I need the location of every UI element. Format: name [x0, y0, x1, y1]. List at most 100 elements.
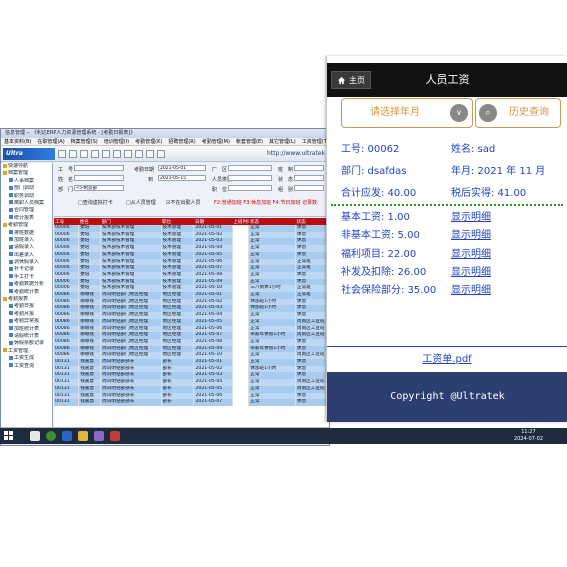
show-detail-link[interactable]: 显示明细 — [451, 245, 491, 260]
toolbar-exit-icon[interactable] — [157, 149, 165, 158]
menu-item[interactable]: 其它管理(L) — [269, 139, 296, 145]
option-not-on-duty[interactable]: ☑不在出勤人员 — [166, 199, 200, 206]
chrome-icon[interactable] — [46, 431, 56, 441]
person-type-select[interactable] — [228, 175, 272, 181]
show-detail-link[interactable]: 显示明细 — [451, 226, 491, 241]
nav-item[interactable]: 手工打卡 — [1, 274, 52, 281]
table-row[interactable]: 00086 哪哪钱 周词明钻部门地区经理 地区经理 2021-05-04 正常 休息 — [54, 312, 329, 319]
option-from-personnel[interactable]: □从人员管理 — [126, 199, 156, 206]
group-select[interactable] — [294, 185, 324, 191]
nav-item[interactable]: 考勤统计表 — [1, 289, 52, 296]
taskbar-clock[interactable]: 11:27 2024-07-02 — [514, 429, 543, 442]
nav-item[interactable]: 考勤日报 — [1, 303, 52, 310]
menu-item[interactable]: 在职管理(A) — [37, 139, 64, 145]
nav-item[interactable]: 工资查询 — [1, 363, 52, 370]
toolbar-add-icon[interactable] — [102, 149, 110, 158]
nav-item[interactable]: 离职人员档案 — [1, 200, 52, 207]
home-button[interactable]: 主页 — [331, 71, 371, 89]
table-row[interactable]: 00006 委培 技术部技术管理 技术管理 2021-05-02 正常 休息 — [54, 231, 329, 239]
toolbar-export-icon[interactable] — [146, 149, 154, 158]
job-no-input[interactable] — [74, 165, 124, 171]
table-row[interactable]: 00086 哪哪钱 周词明钻部门地区经理 地区经理 2021-05-06 正常 周南区工宣班 — [54, 325, 329, 333]
date-to-input[interactable]: 2021-05-15 — [158, 175, 206, 181]
table-row[interactable]: 00131 钱嘉慧 周词明钻部部长 部长 2021-05-01 正常 休息 — [54, 359, 329, 366]
table-row[interactable]: 00131 钱嘉慧 周词明钻部部长 部长 2021-05-07 正常 休息 — [54, 399, 329, 406]
position-select[interactable] — [228, 185, 272, 191]
nav-group[interactable]: 档案管理 — [1, 170, 52, 177]
toolbar-print-icon[interactable] — [135, 149, 143, 158]
nav-item[interactable]: 加班统计表 — [1, 326, 52, 333]
table-row[interactable]: 00131 钱嘉慧 周词明钻部部长 部长 2021-05-02 休加班1小时 休息 — [54, 365, 329, 373]
table-row[interactable]: 00086 哪哪钱 周词明钻部门地区经理 地区经理 2021-05-05 正常 周南区工宣班 — [54, 318, 329, 326]
column-header[interactable]: 日期 — [193, 218, 233, 225]
nav-item[interactable]: 人事档案 — [1, 178, 52, 185]
nav-item[interactable]: 统计报表 — [1, 215, 52, 222]
toolbar-first-icon[interactable] — [58, 149, 66, 158]
column-header[interactable]: 部门 — [100, 218, 162, 225]
erp-app-icon[interactable] — [110, 431, 120, 441]
table-row[interactable]: 00006 委培 技术部技术管理 技术管理 2021-05-06 正常 正常班 — [54, 258, 329, 266]
table-row[interactable]: 00086 哪哪钱 周词明钻部门地区经理 地区经理 2021-05-03 休加班1小时 休息 — [54, 305, 329, 313]
nav-item[interactable]: 职务调动 — [1, 193, 52, 200]
table-row[interactable]: 00086 哪哪钱 周词明钻部门地区经理 地区经理 2021-05-09 带薪年休假1小时… — [54, 345, 329, 353]
nav-item[interactable]: 加班录入 — [1, 237, 52, 244]
show-detail-link[interactable]: 显示明细 — [451, 263, 491, 278]
toolbar-next-icon[interactable] — [80, 149, 88, 158]
nav-group[interactable]: 考勤管理 — [1, 222, 52, 229]
table-row[interactable]: 00006 委培 技术部技术管理 技术管理 2021-05-08 正常 休息 — [54, 271, 329, 279]
column-header[interactable]: 状态 — [248, 218, 296, 225]
payslip-pdf-link[interactable]: 工资单.pdf — [422, 354, 471, 365]
table-row[interactable]: 00086 哪哪钱 周词明钻部门地区经理 地区经理 2021-05-01 正常 正常班 — [54, 292, 329, 299]
table-row[interactable]: 00006 委培 技术部技术管理 技术管理 2021-05-01 正常 休息 — [54, 225, 329, 232]
nav-group[interactable]: 工资管理 — [1, 348, 52, 355]
name-input[interactable] — [74, 175, 124, 181]
menu-item[interactable]: 招聘管理(R) — [168, 139, 195, 145]
nav-group[interactable]: 考勤报表 — [1, 296, 52, 303]
nav-item[interactable]: 考勤异常报 — [1, 318, 52, 325]
folder-icon[interactable] — [78, 431, 88, 441]
nav-group[interactable]: 快速导航 — [1, 163, 52, 170]
nav-item[interactable]: 请假统计表 — [1, 333, 52, 340]
nav-item[interactable]: 部门调动 — [1, 185, 52, 192]
nav-item[interactable]: 请假录入 — [1, 244, 52, 251]
table-row[interactable]: 00006 委培 技术部技术管理 技术管理 2021-05-10 三八倒休1小时 正常班 — [54, 285, 329, 293]
menu-item[interactable]: 培训管理(I) — [104, 139, 129, 145]
table-row[interactable]: 00131 钱嘉慧 周词明钻部部长 部长 2021-05-03 正常 休息 — [54, 372, 329, 380]
option-virtual-punch[interactable]: □查询虚拟打卡 — [78, 199, 113, 206]
table-row[interactable]: 00131 钱嘉慧 周词明钻部部长 部长 2021-05-05 正常 周南区工宣班 — [54, 385, 329, 393]
nav-item[interactable]: 休假余额记录 — [1, 340, 52, 347]
toolbar-prev-icon[interactable] — [69, 149, 77, 158]
table-row[interactable]: 00086 哪哪钱 周词明钻部门地区经理 地区经理 2021-05-08 正常 休息 — [54, 338, 329, 346]
column-header[interactable]: 工号 — [54, 218, 79, 225]
toolbar-last-icon[interactable] — [91, 149, 99, 158]
shift-select[interactable] — [294, 165, 324, 171]
windows-start-icon[interactable] — [4, 431, 13, 440]
factory-select[interactable] — [228, 165, 272, 171]
nav-item[interactable]: 考勤数据分析 — [1, 281, 52, 288]
nav-item[interactable]: 排班数据 — [1, 230, 52, 237]
menu-item[interactable]: 档案管理(S) — [71, 139, 98, 145]
show-detail-link[interactable]: 显示明细 — [451, 208, 491, 223]
table-row[interactable]: 00006 委培 技术部技术管理 技术管理 2021-05-03 正常 休息 — [54, 238, 329, 246]
search-icon[interactable] — [30, 431, 40, 441]
menu-item[interactable]: 基本资料(B) — [4, 139, 31, 145]
table-row[interactable]: 00131 钱嘉慧 周词明钻部部长 部长 2021-05-06 正常 休息 — [54, 392, 329, 400]
year-month-select[interactable]: 请选择年月 ∨ — [341, 98, 473, 128]
app-icon[interactable] — [62, 431, 72, 441]
show-detail-link[interactable]: 显示明细 — [451, 281, 491, 296]
menu-item[interactable]: 工资管理(T) — [302, 139, 329, 145]
toolbar-save-icon[interactable] — [124, 149, 132, 158]
table-row[interactable]: 00086 哪哪钱 周词明钻部门地区经理 地区经理 2021-05-07 带薪年休假1小时… — [54, 332, 329, 339]
nav-item[interactable]: 合同管理 — [1, 207, 52, 214]
table-row[interactable]: 00131 钱嘉慧 周词明钻部部长 部长 2021-05-04 正常 周南区工宣班 — [54, 379, 329, 386]
nav-item[interactable]: 补卡记录 — [1, 266, 52, 273]
table-row[interactable]: 00006 委培 技术部技术管理 技术管理 2021-05-07 正常 正常班 — [54, 265, 329, 272]
column-header[interactable]: 姓名 — [78, 218, 101, 225]
table-row[interactable]: 00006 委培 技术部技术管理 技术管理 2021-05-05 正常 休息 — [54, 251, 329, 259]
toolbar-delete-icon[interactable] — [113, 149, 121, 158]
date-from-input[interactable]: 2021-05-01 — [158, 165, 206, 171]
table-row[interactable]: 00086 哪哪钱 周词明钻部门地区经理 地区经理 2021-05-10 正常 周南区工宣班 — [54, 352, 329, 360]
nav-item[interactable]: 调休假录入 — [1, 259, 52, 266]
column-header[interactable]: 上班时间 — [232, 218, 249, 225]
nav-item[interactable]: 工资生成 — [1, 355, 52, 362]
